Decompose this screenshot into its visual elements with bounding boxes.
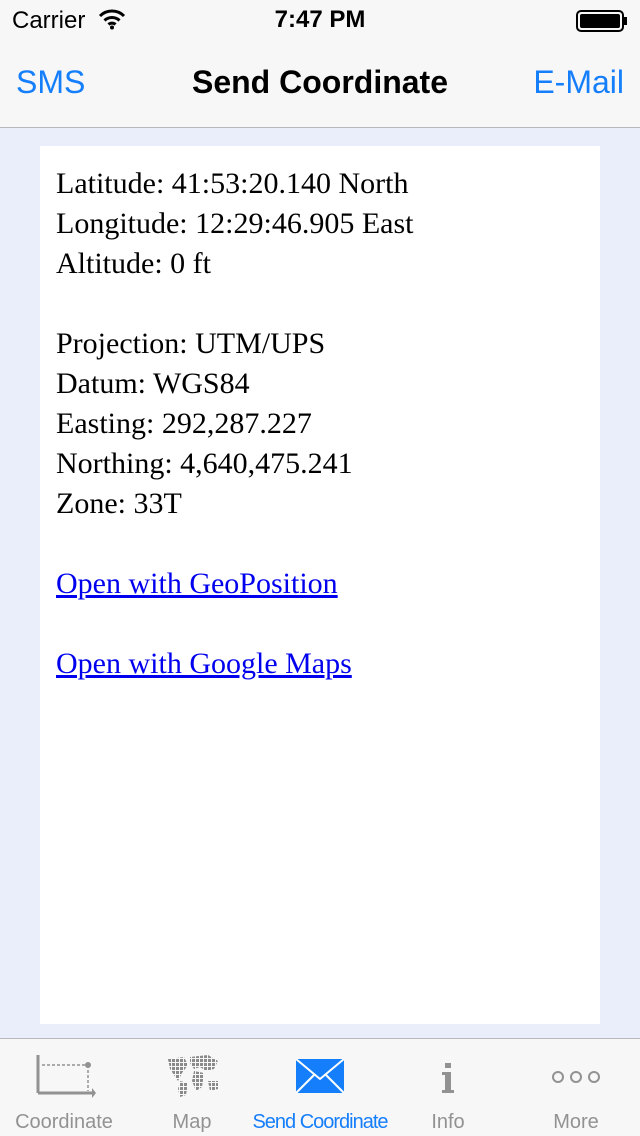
latitude-text: Latitude: 41:53:20.140 North — [56, 167, 409, 200]
battery-icon — [576, 10, 627, 32]
navigation-bar: SMS Send Coordinate E-Mail — [0, 40, 640, 128]
tab-label: Send Coordinate — [252, 1111, 388, 1133]
easting-text: Easting: 292,287.227 — [56, 407, 312, 440]
envelope-icon — [295, 1058, 345, 1094]
zone-text: Zone: 33T — [56, 487, 182, 520]
email-button[interactable]: E-Mail — [533, 64, 624, 101]
tab-more[interactable]: More — [512, 1039, 640, 1136]
projection-text: Projection: UTM/UPS — [56, 327, 326, 360]
tab-label: More — [553, 1111, 599, 1133]
status-time: 7:47 PM — [274, 6, 366, 33]
info-icon — [442, 1063, 454, 1093]
tab-bar: Coordinate Map Send Coordinate Info More — [0, 1038, 640, 1136]
tab-map[interactable]: Map — [128, 1039, 256, 1136]
open-with-geoposition-link[interactable]: Open with GeoPosition — [56, 564, 338, 604]
longitude-text: Longitude: 12:29:46.905 East — [56, 207, 414, 240]
tab-info[interactable]: Info — [384, 1039, 512, 1136]
datum-text: Datum: WGS84 — [56, 367, 250, 400]
tab-send-coordinate[interactable]: Send Coordinate — [252, 1039, 389, 1136]
more-dots-icon — [552, 1071, 600, 1083]
tab-label: Map — [172, 1111, 212, 1133]
coordinate-message-preview: Latitude: 41:53:20.140 North Longitude: … — [40, 146, 600, 1024]
tab-label: Info — [431, 1111, 465, 1133]
northing-text: Northing: 4,640,475.241 — [56, 447, 353, 480]
coordinate-axes-icon — [36, 1055, 96, 1098]
tab-coordinate[interactable]: Coordinate — [0, 1039, 128, 1136]
sms-button[interactable]: SMS — [16, 64, 85, 101]
world-map-icon — [168, 1055, 218, 1097]
altitude-text: Altitude: 0 ft — [56, 247, 211, 280]
status-bar: Carrier 7:47 PM — [0, 0, 640, 40]
open-with-google-maps-link[interactable]: Open with Google Maps — [56, 644, 352, 684]
